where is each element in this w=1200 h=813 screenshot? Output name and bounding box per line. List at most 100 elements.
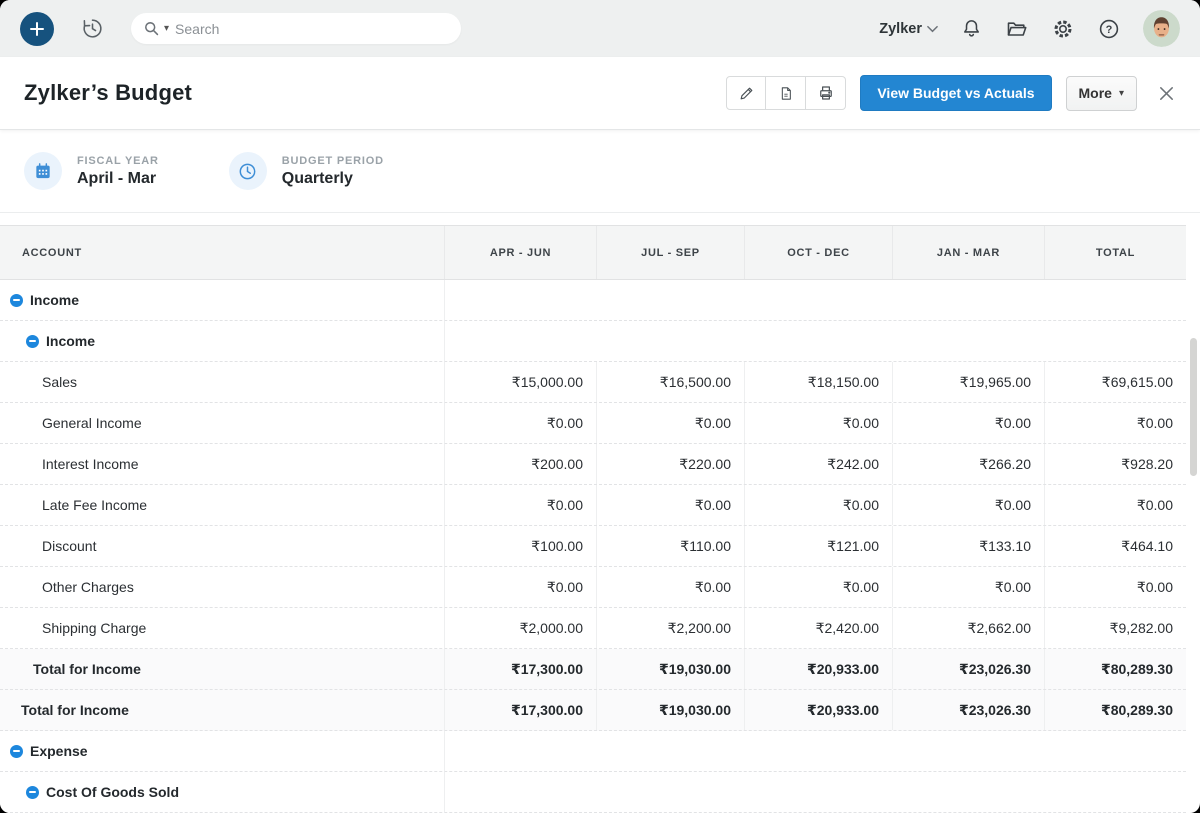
more-button[interactable]: More ▾ — [1066, 76, 1137, 111]
account-cell: General Income — [0, 403, 445, 443]
account-label: Discount — [42, 538, 96, 554]
notifications-button[interactable] — [960, 17, 983, 40]
account-cell: Cost Of Goods Sold — [0, 772, 445, 812]
column-header-total: TOTAL — [1045, 226, 1186, 279]
value-cell: ₹0.00 — [893, 403, 1045, 443]
settings-button[interactable] — [1051, 17, 1075, 41]
account-label: Sales — [42, 374, 77, 390]
documents-button[interactable] — [1005, 17, 1029, 41]
account-label: General Income — [42, 415, 142, 431]
value-cell: ₹266.20 — [893, 444, 1045, 484]
column-header-q2: JUL - SEP — [597, 226, 745, 279]
value-cell: ₹200.00 — [445, 444, 597, 484]
view-budget-vs-actuals-button[interactable]: View Budget vs Actuals — [860, 75, 1051, 111]
value-cell: ₹15,000.00 — [445, 362, 597, 402]
quick-create-button[interactable] — [20, 12, 54, 46]
fiscal-year-text: FISCAL YEAR April - Mar — [77, 155, 159, 188]
chevron-down-icon — [927, 25, 938, 33]
plus-icon — [29, 21, 45, 37]
page-title: Zylker’s Budget — [24, 80, 192, 106]
empty-cell — [445, 772, 1186, 812]
account-cell: Income — [0, 280, 445, 320]
primary-button-label: View Budget vs Actuals — [877, 85, 1034, 101]
table-header: ACCOUNT APR - JUN JUL - SEP OCT - DEC JA… — [0, 225, 1186, 280]
value-cell: ₹928.20 — [1045, 444, 1186, 484]
table-row: Discount₹100.00₹110.00₹121.00₹133.10₹464… — [0, 526, 1186, 567]
value-cell: ₹100.00 — [445, 526, 597, 566]
user-avatar[interactable] — [1143, 10, 1180, 47]
question-icon: ? — [1097, 17, 1121, 41]
collapse-icon[interactable] — [10, 745, 23, 758]
table-row: Interest Income ₹200.00₹220.00₹242.00₹266… — [0, 444, 1186, 485]
folder-icon — [1005, 17, 1029, 41]
more-button-label: More — [1079, 85, 1112, 101]
empty-cell — [445, 321, 1186, 361]
pencil-icon — [738, 85, 755, 102]
help-button[interactable]: ? — [1097, 17, 1121, 41]
account-label: Shipping Charge — [42, 620, 146, 636]
close-icon — [1157, 84, 1176, 103]
value-cell: ₹0.00 — [445, 403, 597, 443]
print-button[interactable] — [806, 76, 846, 110]
value-cell: ₹220.00 — [597, 444, 745, 484]
fiscal-year-item: FISCAL YEAR April - Mar — [24, 152, 159, 190]
account-cell: Expense — [0, 731, 445, 771]
account-cell: Interest Income — [0, 444, 445, 484]
account-cell: Late Fee Income — [0, 485, 445, 525]
export-pdf-button[interactable] — [766, 76, 806, 110]
value-cell: ₹0.00 — [893, 485, 1045, 525]
search-scope-caret-icon[interactable]: ▾ — [164, 23, 169, 34]
search-input[interactable] — [175, 21, 405, 37]
value-cell: ₹133.10 — [893, 526, 1045, 566]
edit-button[interactable] — [726, 76, 766, 110]
icon-button-group — [726, 76, 846, 110]
account-label: Income — [46, 333, 95, 349]
value-cell: ₹19,965.00 — [893, 362, 1045, 402]
value-cell: ₹2,662.00 — [893, 608, 1045, 648]
column-header-q1: APR - JUN — [445, 226, 597, 279]
column-header-q3: OCT - DEC — [745, 226, 893, 279]
table-row: Sales ₹15,000.00₹16,500.00₹18,150.00₹19,9… — [0, 362, 1186, 403]
value-cell: ₹0.00 — [1045, 567, 1186, 607]
account-label: Total for Income — [21, 702, 129, 718]
budget-period-item: BUDGET PERIOD Quarterly — [229, 152, 384, 190]
header-actions: View Budget vs Actuals More ▾ — [726, 75, 1176, 111]
history-icon — [80, 16, 105, 41]
value-cell: ₹0.00 — [597, 485, 745, 525]
collapse-icon[interactable] — [26, 335, 39, 348]
value-cell: ₹80,289.30 — [1045, 649, 1186, 689]
search-bar[interactable]: ▾ — [131, 13, 461, 44]
value-cell: ₹0.00 — [893, 567, 1045, 607]
close-button[interactable] — [1157, 84, 1176, 103]
fiscal-year-value: April - Mar — [77, 170, 159, 188]
account-label: Interest Income — [42, 456, 139, 472]
svg-text:?: ? — [1106, 24, 1113, 36]
bell-icon — [960, 17, 983, 40]
value-cell: ₹242.00 — [745, 444, 893, 484]
account-cell: Sales — [0, 362, 445, 402]
value-cell: ₹464.10 — [1045, 526, 1186, 566]
org-switcher[interactable]: Zylker — [879, 21, 938, 37]
budget-meta: FISCAL YEAR April - Mar BUDGET PERIOD Qu… — [0, 130, 1200, 213]
value-cell: ₹17,300.00 — [445, 649, 597, 689]
vertical-scrollbar[interactable] — [1190, 338, 1197, 476]
account-cell: Total for Income — [0, 690, 445, 730]
value-cell: ₹0.00 — [445, 485, 597, 525]
value-cell: ₹0.00 — [445, 567, 597, 607]
topbar-right: Zylker ? — [879, 10, 1180, 47]
table-row: Income — [0, 321, 1186, 362]
app-window: ▾ Zylker — [0, 0, 1200, 813]
page-header: Zylker’s Budget View Budget vs Actuals M… — [0, 57, 1200, 130]
avatar-image — [1143, 10, 1180, 47]
collapse-icon[interactable] — [10, 294, 23, 307]
collapse-icon[interactable] — [26, 786, 39, 799]
value-cell: ₹19,030.00 — [597, 649, 745, 689]
org-name: Zylker — [879, 21, 922, 37]
value-cell: ₹18,150.00 — [745, 362, 893, 402]
budget-period-value: Quarterly — [282, 170, 384, 188]
value-cell: ₹0.00 — [597, 403, 745, 443]
recent-history-button[interactable] — [80, 16, 105, 41]
chevron-down-icon: ▾ — [1119, 88, 1124, 99]
account-cell: Total for Income — [0, 649, 445, 689]
value-cell: ₹16,500.00 — [597, 362, 745, 402]
